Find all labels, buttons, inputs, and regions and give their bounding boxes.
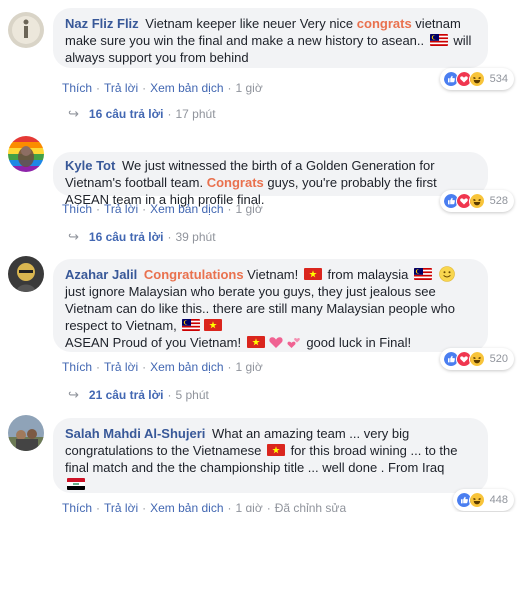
iraq-flag-icon: [67, 478, 85, 490]
comment-text: Vietnam keeper like neuer Very nice: [141, 16, 357, 31]
comment-text: Vietnam!: [243, 267, 302, 282]
comment-actions: Thích · Trả lời · Xem bản dịch · 1 giờ: [62, 81, 263, 95]
vietnam-flag-icon: [204, 319, 223, 331]
reply-arrow-icon: ↪: [68, 229, 79, 244]
haha-icon: [468, 350, 486, 368]
replies-time: 39 phút: [175, 230, 216, 244]
vietnam-flag-icon: [246, 336, 265, 348]
comment-actions: Thích · Trả lời · Xem bản dịch · 1 giờ: [62, 202, 263, 216]
reply-action[interactable]: Trả lời: [104, 202, 138, 216]
comment-actions: Thích · Trả lời · Xem bản dịch · 1 giờ · Đã chỉn…: [62, 501, 346, 512]
reply-action[interactable]: Trả lời: [104, 360, 138, 374]
comment-actions: Thích · Trả lời · Xem bản dịch · 1 giờ: [62, 360, 263, 374]
replies-time: 17 phút: [175, 107, 216, 121]
comment-text: good luck in Final!: [302, 335, 412, 350]
reply-arrow-icon: ↪: [68, 106, 79, 121]
haha-icon: [468, 491, 486, 509]
translate-action[interactable]: Xem bản dịch: [150, 81, 223, 95]
comment-author[interactable]: Azahar Jalil: [65, 267, 137, 282]
reply-action[interactable]: Trả lời: [104, 81, 138, 95]
comment-author[interactable]: Naz Fliz Fliz: [65, 16, 139, 31]
malaysia-flag-icon: [429, 34, 448, 46]
reaction-count: 520: [489, 353, 508, 365]
like-action[interactable]: Thích: [62, 501, 92, 512]
haha-icon: [468, 70, 486, 88]
comment-author[interactable]: Salah Mahdi Al-Shujeri: [65, 426, 205, 441]
pink-heart-icon: [268, 334, 284, 350]
view-replies[interactable]: ↪ 16 câu trả lời · 17 phút: [68, 106, 216, 122]
comment-bubble: Salah Mahdi Al-Shujeri What an amazing t…: [53, 418, 488, 493]
haha-icon: [468, 192, 486, 210]
vietnam-flag-icon: [303, 268, 322, 280]
replies-count[interactable]: 16 câu trả lời: [89, 230, 164, 244]
translate-action[interactable]: Xem bản dịch: [150, 360, 223, 374]
malaysia-flag-icon: [182, 319, 201, 331]
edited-label[interactable]: Đã chỉnh sửa: [275, 501, 346, 512]
translate-action[interactable]: Xem bản dịch: [150, 501, 223, 512]
comment-time[interactable]: 1 giờ: [236, 81, 263, 95]
avatar[interactable]: [8, 136, 44, 172]
reaction-summary[interactable]: 534: [439, 68, 514, 90]
like-action[interactable]: Thích: [62, 360, 92, 374]
reply-action[interactable]: Trả lời: [104, 501, 138, 512]
avatar[interactable]: [8, 415, 44, 451]
comment-bubble: Naz Fliz Fliz Vietnam keeper like neuer …: [53, 8, 488, 68]
vietnam-flag-icon: [266, 444, 285, 456]
highlight-keyword: Congrats: [206, 175, 264, 190]
highlight-keyword: Congratulations: [143, 267, 244, 282]
highlight-keyword: congrats: [356, 16, 412, 31]
reaction-summary[interactable]: 528: [439, 190, 514, 212]
like-action[interactable]: Thích: [62, 81, 92, 95]
reaction-summary[interactable]: 520: [439, 348, 514, 370]
comment-time[interactable]: 1 giờ: [236, 202, 263, 216]
comment-text: from malaysia: [323, 267, 412, 282]
replies-time: 5 phút: [175, 388, 209, 402]
two-hearts-icon: [286, 334, 302, 350]
comment-time[interactable]: 1 giờ: [236, 360, 263, 374]
comment-feed: Naz Fliz Fliz Vietnam keeper like neuer …: [0, 0, 522, 512]
reaction-count: 448: [489, 494, 508, 506]
view-replies[interactable]: ↪ 16 câu trả lời · 39 phút: [68, 229, 216, 245]
reply-arrow-icon: ↪: [68, 387, 79, 402]
reaction-summary[interactable]: 448: [452, 489, 514, 511]
view-replies[interactable]: ↪ 21 câu trả lời · 5 phút: [68, 387, 209, 403]
replies-count[interactable]: 21 câu trả lời: [89, 388, 164, 402]
reaction-count: 534: [489, 73, 508, 85]
replies-count[interactable]: 16 câu trả lời: [89, 107, 164, 121]
translate-action[interactable]: Xem bản dịch: [150, 202, 223, 216]
smile-emoji-icon: [438, 266, 455, 282]
comment-text: just ignore Malaysian who berate you guy…: [65, 284, 455, 333]
comment-time[interactable]: 1 giờ: [236, 501, 263, 512]
comment-bubble: Kyle Tot We just witnessed the birth of …: [53, 152, 488, 207]
reaction-count: 528: [489, 195, 508, 207]
comment-bubble: Azahar Jalil Congratulations Vietnam! fr…: [53, 259, 488, 352]
avatar[interactable]: [8, 12, 44, 48]
avatar[interactable]: [8, 256, 44, 292]
like-action[interactable]: Thích: [62, 202, 92, 216]
comment-author[interactable]: Kyle Tot: [65, 158, 115, 173]
malaysia-flag-icon: [414, 268, 432, 280]
comment-text: ASEAN Proud of you Vietnam!: [65, 335, 245, 350]
